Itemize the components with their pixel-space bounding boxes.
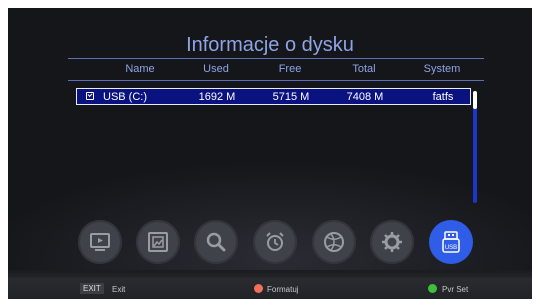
usb-icon: USB bbox=[442, 231, 460, 253]
alarm-button[interactable] bbox=[253, 220, 297, 264]
column-header-free: Free bbox=[278, 63, 302, 75]
exit-key-badge[interactable]: EXIT bbox=[80, 283, 104, 294]
usb-icon-label: USB bbox=[445, 245, 457, 251]
search-icon bbox=[206, 232, 226, 252]
format-label: Formatuj bbox=[267, 285, 299, 294]
cell-name: USB (C:) bbox=[103, 91, 147, 103]
footer-bar: EXIT Exit Formatuj Pvr Set bbox=[8, 278, 532, 299]
red-key-icon[interactable] bbox=[254, 284, 263, 293]
column-header-total: Total bbox=[352, 63, 376, 75]
header-top-divider bbox=[68, 58, 484, 59]
table-row[interactable]: USB (C:) 1692 M 5715 M 7408 M fatfs bbox=[76, 88, 471, 105]
cell-used: 1692 M bbox=[198, 91, 236, 103]
usb-button[interactable]: USB bbox=[429, 220, 473, 264]
green-key-icon[interactable] bbox=[428, 284, 437, 293]
pvr-set-label: Pvr Set bbox=[442, 285, 469, 294]
screen: Informacje o dysku Name Used Free Total … bbox=[8, 8, 532, 299]
media-player-button[interactable] bbox=[78, 220, 122, 264]
picture-icon bbox=[148, 232, 168, 252]
settings-button[interactable] bbox=[370, 220, 414, 264]
cell-total: 7408 M bbox=[346, 91, 384, 103]
column-header-name: Name bbox=[125, 63, 155, 75]
page-title: Informacje o dysku bbox=[186, 34, 354, 56]
column-header-system: System bbox=[423, 63, 461, 75]
scrollbar-thumb[interactable] bbox=[473, 91, 477, 109]
search-button[interactable] bbox=[194, 220, 238, 264]
settings-icon bbox=[382, 232, 402, 252]
alarm-clock-icon bbox=[266, 232, 284, 251]
header-bottom-divider bbox=[68, 80, 484, 81]
picture-button[interactable] bbox=[136, 220, 180, 264]
globe-icon bbox=[324, 232, 344, 252]
cell-system: fatfs bbox=[432, 91, 454, 103]
cell-free: 5715 M bbox=[272, 91, 310, 103]
checkbox-checked-icon[interactable] bbox=[86, 92, 94, 100]
exit-label: Exit bbox=[112, 285, 126, 294]
column-header-used: Used bbox=[203, 63, 229, 75]
network-button[interactable] bbox=[312, 220, 356, 264]
table-header: Name Used Free Total System bbox=[68, 63, 484, 79]
media-player-icon bbox=[90, 233, 110, 251]
